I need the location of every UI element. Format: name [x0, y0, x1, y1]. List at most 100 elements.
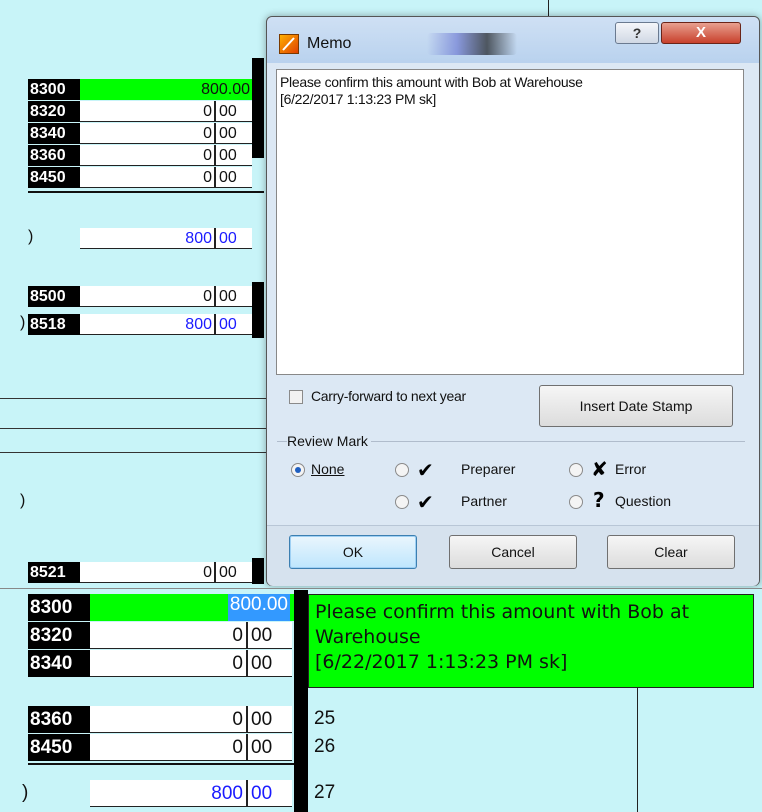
- review-question-label: Question: [615, 493, 672, 509]
- memo-dialog: Memo ? X Please confirm this amount with…: [266, 16, 760, 586]
- divider: [0, 398, 266, 399]
- line-code-8300: 8300: [28, 594, 90, 621]
- memo-app-icon: [279, 34, 299, 54]
- line-number: 25: [314, 708, 336, 729]
- x-mark-icon: ✘: [591, 457, 608, 481]
- help-button[interactable]: ?: [615, 22, 659, 44]
- cents-field[interactable]: 00: [248, 734, 292, 761]
- carry-forward-label: Carry-forward to next year: [311, 388, 466, 404]
- line-number: 27: [314, 782, 336, 803]
- column-divider: [252, 282, 264, 338]
- total-cents: 00: [216, 228, 252, 249]
- review-question-radio[interactable]: [569, 495, 583, 509]
- memo-text-line: Please confirm this amount with Bob at W…: [280, 74, 583, 90]
- line-code-8360: 8360: [28, 145, 80, 166]
- divider: [28, 763, 294, 765]
- amount-field[interactable]: 0: [80, 123, 214, 144]
- review-none-radio[interactable]: [291, 463, 305, 477]
- paren: ): [22, 782, 29, 803]
- cents-field[interactable]: 00: [216, 145, 252, 166]
- review-partner-radio[interactable]: [395, 495, 409, 509]
- memo-text-line: [6/22/2017 1:13:23 PM sk]: [280, 91, 436, 107]
- partner-checkmark-icon: ✔: [417, 490, 434, 514]
- column-divider: [252, 58, 264, 158]
- amount-field[interactable]: 0: [90, 706, 246, 733]
- insert-date-stamp-button[interactable]: Insert Date Stamp: [539, 385, 733, 427]
- review-partner-label: Partner: [461, 493, 507, 509]
- divider: [0, 452, 266, 453]
- review-none-label: None: [311, 461, 345, 477]
- amount-field[interactable]: 0: [80, 562, 214, 583]
- cents-field[interactable]: 00: [216, 286, 252, 307]
- divider: [0, 588, 762, 589]
- total-amount: 800: [90, 780, 246, 807]
- line-code-8500: 8500: [28, 286, 80, 307]
- amount-field[interactable]: 0: [80, 286, 214, 307]
- cents-field[interactable]: 00: [216, 562, 252, 583]
- cents-field[interactable]: 00: [216, 167, 252, 188]
- memo-display-line: Please confirm this amount with Bob at: [315, 601, 690, 623]
- question-mark-icon: ?: [593, 488, 605, 512]
- divider: [28, 191, 264, 193]
- cents-field[interactable]: 00: [248, 622, 292, 649]
- review-preparer-radio[interactable]: [395, 463, 409, 477]
- line-code-8521: 8521: [28, 562, 80, 583]
- amount-field[interactable]: 0: [80, 167, 214, 188]
- review-error-radio[interactable]: [569, 463, 583, 477]
- amount-field[interactable]: 800.00: [90, 594, 294, 621]
- column-divider: [252, 558, 264, 584]
- cents-field[interactable]: 00: [248, 706, 292, 733]
- memo-display-line: Warehouse: [315, 626, 421, 648]
- title-bar[interactable]: Memo ? X: [267, 17, 759, 63]
- line-code-8300: 8300: [28, 79, 80, 100]
- review-mark-label: Review Mark: [287, 433, 371, 449]
- divider: [548, 0, 549, 16]
- clear-button[interactable]: Clear: [607, 535, 735, 569]
- column-divider: [294, 590, 308, 812]
- amount-field[interactable]: 800.00: [80, 79, 252, 100]
- title-bar-blur: [427, 33, 517, 55]
- line-number: 26: [314, 736, 336, 757]
- line-code-8340: 8340: [28, 123, 80, 144]
- line-code-8360: 8360: [28, 706, 90, 733]
- review-error-label: Error: [615, 461, 647, 477]
- carry-forward-checkbox[interactable]: [289, 390, 303, 404]
- review-mark-group: [277, 441, 745, 522]
- amount-field[interactable]: 0: [90, 622, 246, 649]
- memo-display-line: [6/22/2017 1:13:23 PM sk]: [315, 651, 568, 673]
- amount-field: 800: [80, 314, 214, 335]
- dialog-title: Memo: [307, 35, 352, 52]
- line-code-8450: 8450: [28, 734, 90, 761]
- amount-field[interactable]: 0: [80, 145, 214, 166]
- line-code-8320: 8320: [28, 101, 80, 122]
- cents-field: 00: [216, 314, 252, 335]
- line-code-8320: 8320: [28, 622, 90, 649]
- help-icon: ?: [632, 25, 642, 41]
- checkmark-icon: ✔: [417, 458, 434, 482]
- column-divider: [637, 680, 638, 812]
- memo-textarea[interactable]: Please confirm this amount with Bob at W…: [276, 69, 744, 375]
- ok-button[interactable]: OK: [289, 535, 417, 569]
- memo-display: Please confirm this amount with Bob at W…: [308, 594, 754, 688]
- amount-field[interactable]: 0: [90, 650, 246, 677]
- close-icon: X: [695, 24, 706, 41]
- paren: ): [20, 314, 26, 331]
- line-code-8340: 8340: [28, 650, 90, 677]
- selected-amount-text: 800.00: [227, 594, 290, 621]
- cents-field[interactable]: 00: [216, 101, 252, 122]
- review-preparer-label: Preparer: [461, 461, 516, 477]
- cancel-button[interactable]: Cancel: [449, 535, 577, 569]
- amount-field[interactable]: 0: [80, 101, 214, 122]
- close-button[interactable]: X: [661, 22, 741, 44]
- paren: ): [20, 492, 26, 509]
- amount-field[interactable]: 0: [90, 734, 246, 761]
- line-code-8518: 8518: [28, 314, 80, 335]
- cents-field[interactable]: 00: [216, 123, 252, 144]
- paren: ): [28, 228, 34, 245]
- cents-field[interactable]: 00: [248, 650, 292, 677]
- bottom-grid: Please confirm this amount with Bob at W…: [0, 588, 762, 812]
- total-cents: 00: [248, 780, 292, 807]
- divider: [0, 428, 266, 429]
- total-amount: 800: [80, 228, 214, 249]
- line-code-8450: 8450: [28, 167, 80, 188]
